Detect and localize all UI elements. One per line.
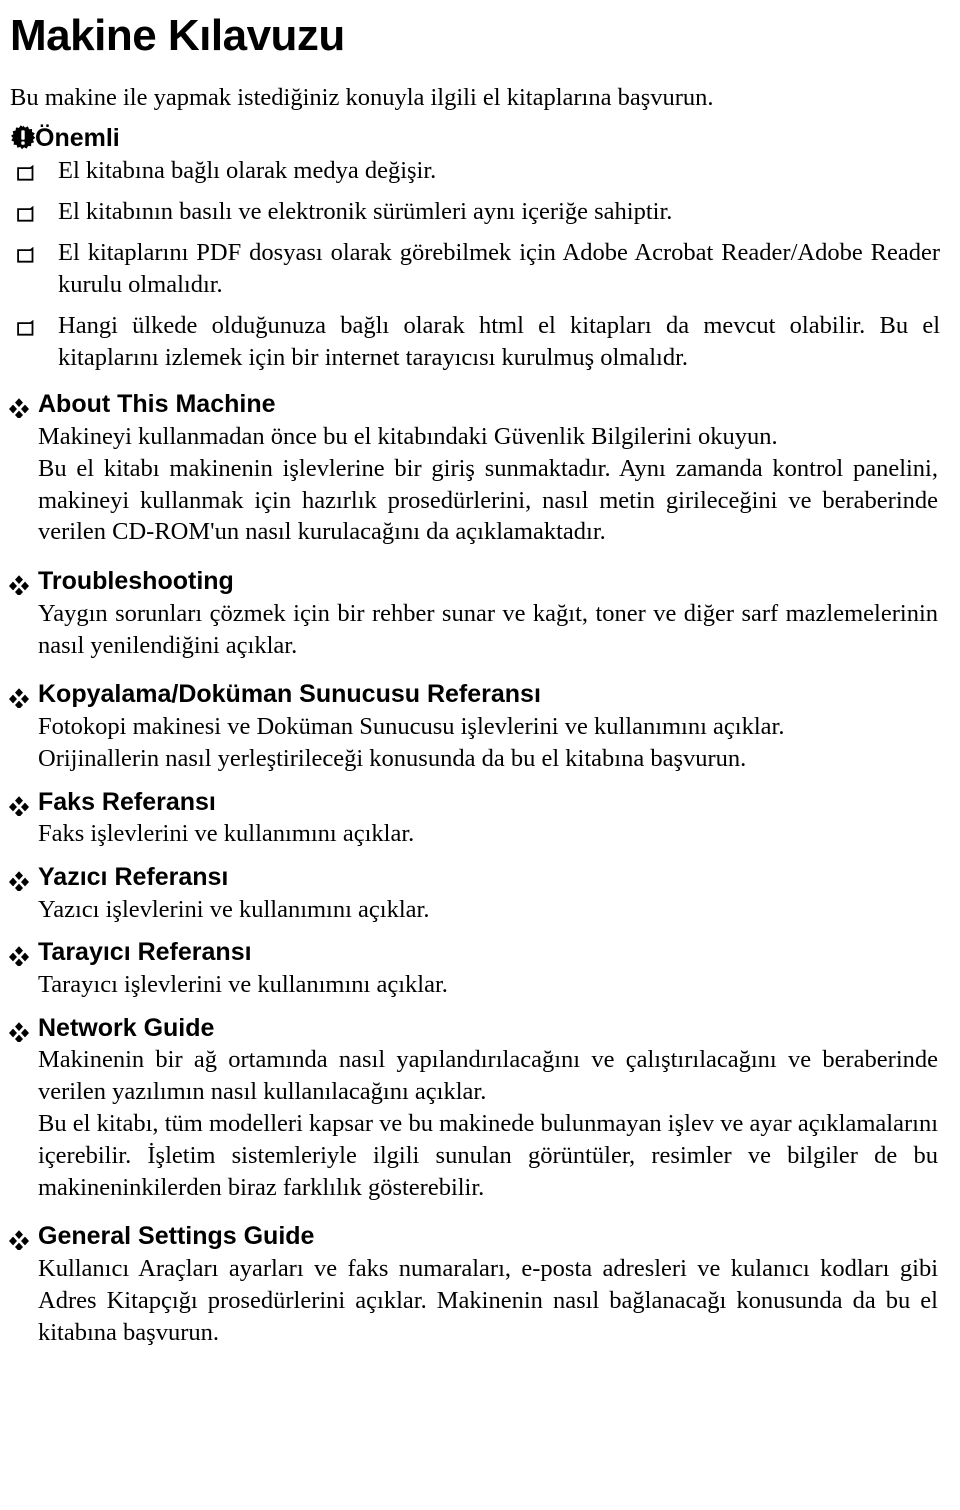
section-body: Tarayıcı işlevlerini ve kullanımını açık… <box>38 969 960 1001</box>
list-item: El kitabının basılı ve elektronik sürüml… <box>0 196 960 228</box>
section-about-this-machine: About This Machine Makineyi kullanmadan … <box>0 391 960 548</box>
list-item-text: Hangi ülkede olduğunuza bağlı olarak htm… <box>58 311 940 371</box>
section-paragraph: Fotokopi makinesi ve Doküman Sunucusu iş… <box>38 712 785 740</box>
section-body: Kullanıcı Araçları ayarları ve faks numa… <box>38 1253 960 1349</box>
section-fax-reference: Faks Referansı Faks işlevlerini ve kulla… <box>0 787 960 850</box>
notched-square-icon <box>16 243 36 263</box>
list-item: Hangi ülkede olduğunuza bağlı olarak htm… <box>0 310 960 374</box>
section-body: Faks işlevlerini ve kullanımını açıklar. <box>38 818 960 850</box>
list-item-text: El kitaplarını PDF dosyası olarak görebi… <box>58 239 940 298</box>
section-paragraph: Yaygın sorunları çözmek için bir rehber … <box>38 599 938 659</box>
intro-paragraph: Bu makine ile yapmak istediğiniz konuyla… <box>10 84 714 111</box>
section-paragraph: Yazıcı işlevlerini ve kullanımını açıkla… <box>38 895 430 923</box>
section-body: Makineyi kullanmadan önce bu el kitabınd… <box>38 421 960 548</box>
section-general-settings-guide: General Settings Guide Kullanıcı Araçlar… <box>0 1223 960 1348</box>
notched-square-icon <box>16 316 36 336</box>
diamond-cluster-icon <box>8 944 30 968</box>
section-body: Yaygın sorunları çözmek için bir rehber … <box>38 598 960 662</box>
section-body: Makinenin bir ağ ortamında nasıl yapılan… <box>38 1044 960 1203</box>
diamond-cluster-icon <box>8 396 30 420</box>
section-paragraph: Orijinallerin nasıl yerleştirileceği kon… <box>38 744 747 772</box>
section-paragraph: Bu el kitabı, tüm modelleri kapsar ve bu… <box>38 1109 938 1201</box>
section-paragraph: Makineyi kullanmadan önce bu el kitabınd… <box>38 422 778 450</box>
list-item: El kitabına bağlı olarak medya değişir. <box>0 155 960 187</box>
section-troubleshooting: Troubleshooting Yaygın sorunları çözmek … <box>0 568 960 661</box>
diamond-cluster-icon <box>8 686 30 710</box>
section-title: Kopyalama/Doküman Sunucusu Referansı <box>38 680 541 709</box>
section-title: About This Machine <box>38 390 276 419</box>
page-title: Makine Kılavuzu <box>10 11 345 60</box>
section-title: General Settings Guide <box>38 1222 315 1251</box>
section-body: Yazıcı işlevlerini ve kullanımını açıkla… <box>38 894 960 926</box>
section-scanner-reference: Tarayıcı Referansı Tarayıcı işlevlerini … <box>0 939 960 1000</box>
section-paragraph: Kullanıcı Araçları ayarları ve faks numa… <box>38 1254 938 1346</box>
list-item: El kitaplarını PDF dosyası olarak görebi… <box>0 237 960 301</box>
important-burst-icon <box>10 125 36 151</box>
diamond-cluster-icon <box>8 794 30 818</box>
diamond-cluster-icon <box>8 1020 30 1044</box>
diamond-cluster-icon <box>8 869 30 893</box>
section-copy-document-server-reference: Kopyalama/Doküman Sunucusu Referansı Fot… <box>0 681 960 774</box>
section-paragraph: Bu el kitabı makinenin işlevlerine bir g… <box>38 454 938 546</box>
section-title: Yazıcı Referansı <box>38 863 229 892</box>
section-printer-reference: Yazıcı Referansı Yazıcı işlevlerini ve k… <box>0 864 960 925</box>
important-heading: Önemli <box>10 125 960 151</box>
diamond-cluster-icon <box>8 1228 30 1252</box>
section-body: Fotokopi makinesi ve Doküman Sunucusu iş… <box>38 711 960 775</box>
important-list: El kitabına bağlı olarak medya değişir. … <box>0 155 960 373</box>
section-paragraph: Makinenin bir ağ ortamında nasıl yapılan… <box>38 1046 938 1106</box>
diamond-cluster-icon <box>8 573 30 597</box>
notched-square-icon <box>16 161 36 181</box>
list-item-text: El kitabına bağlı olarak medya değişir. <box>58 157 437 185</box>
document-page: Makine Kılavuzu Bu makine ile yapmak ist… <box>0 4 960 1510</box>
section-paragraph: Faks işlevlerini ve kullanımını açıklar. <box>38 820 415 848</box>
section-network-guide: Network Guide Makinenin bir ağ ortamında… <box>0 1013 960 1204</box>
section-title: Tarayıcı Referansı <box>38 938 252 967</box>
important-label: Önemli <box>35 123 120 152</box>
list-item-text: El kitabının basılı ve elektronik sürüml… <box>58 198 673 226</box>
section-title: Network Guide <box>38 1013 215 1042</box>
section-title: Faks Referansı <box>38 787 216 816</box>
notched-square-icon <box>16 202 36 222</box>
section-title: Troubleshooting <box>38 567 234 596</box>
section-paragraph: Tarayıcı işlevlerini ve kullanımını açık… <box>38 970 448 998</box>
